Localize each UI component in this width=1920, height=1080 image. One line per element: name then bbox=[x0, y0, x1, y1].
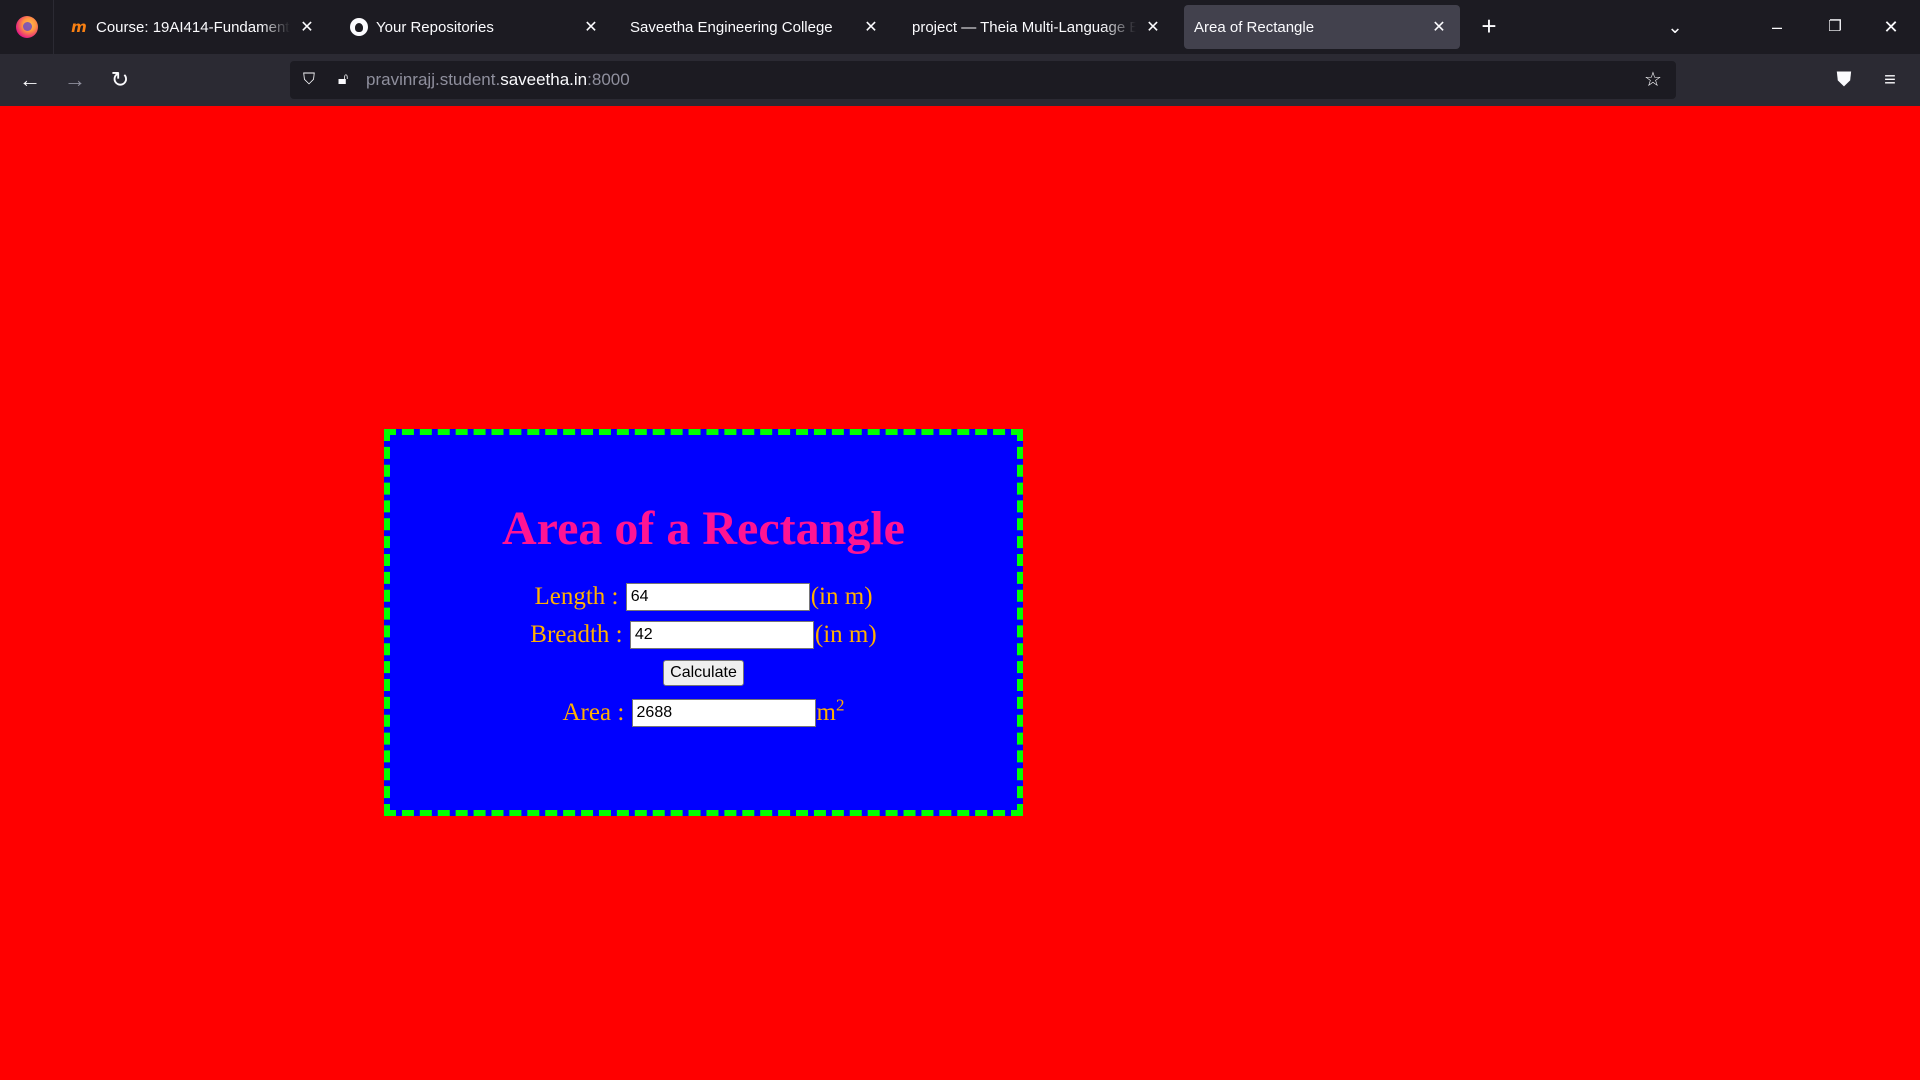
back-arrow-icon[interactable]: ← bbox=[14, 64, 46, 96]
calculate-button[interactable]: Calculate bbox=[663, 660, 744, 686]
address-bar[interactable]: ⛉ 🔓︎ pravinrajj.student.saveetha.in:8000… bbox=[290, 61, 1676, 99]
url-suffix: :8000 bbox=[587, 70, 630, 89]
firefox-view-button[interactable] bbox=[0, 0, 54, 54]
new-tab-icon[interactable]: + bbox=[1474, 12, 1504, 42]
url-text[interactable]: pravinrajj.student.saveetha.in:8000 bbox=[366, 70, 630, 90]
close-icon[interactable]: ✕ bbox=[296, 16, 318, 38]
page-title: Area of a Rectangle bbox=[502, 502, 905, 555]
length-unit: (in m) bbox=[810, 583, 873, 610]
navigation-toolbar: ← → ↻ ⛉ 🔓︎ pravinrajj.student.saveetha.i… bbox=[0, 54, 1920, 106]
window-close-icon[interactable]: ✕ bbox=[1874, 10, 1908, 44]
calculator-card: Area of a Rectangle Length : (in m) Brea… bbox=[384, 429, 1023, 816]
tab-title: Area of Rectangle bbox=[1194, 18, 1315, 36]
tab-strip: m Course: 19AI414-Fundamentals of... ✕ Y… bbox=[0, 0, 1920, 54]
breadth-unit: (in m) bbox=[814, 621, 877, 648]
tab-course[interactable]: m Course: 19AI414-Fundamentals of... ✕ bbox=[60, 5, 328, 49]
close-icon[interactable]: ✕ bbox=[1142, 16, 1164, 38]
calculate-row: Calculate bbox=[390, 660, 1017, 686]
hamburger-menu-icon[interactable]: ≡ bbox=[1874, 64, 1906, 96]
tab-title: Your Repositories bbox=[376, 18, 494, 36]
tab-area-of-rectangle[interactable]: Area of Rectangle ✕ bbox=[1184, 5, 1460, 49]
close-icon[interactable]: ✕ bbox=[1428, 16, 1450, 38]
url-prefix: pravinrajj.student. bbox=[366, 70, 501, 89]
breadth-row: Breadth : (in m) bbox=[390, 621, 1017, 649]
chevron-down-icon[interactable]: ⌄ bbox=[1660, 12, 1690, 42]
length-row: Length : (in m) bbox=[390, 583, 1017, 611]
minimize-icon[interactable]: – bbox=[1760, 10, 1794, 44]
firefox-icon bbox=[15, 16, 38, 38]
breadth-input[interactable] bbox=[629, 621, 814, 649]
area-unit-exponent: 2 bbox=[835, 695, 845, 715]
area-unit: m2 bbox=[816, 695, 845, 727]
length-label: Length : bbox=[534, 583, 619, 610]
reload-icon[interactable]: ↻ bbox=[104, 64, 136, 96]
url-domain: saveetha.in bbox=[500, 70, 588, 89]
breadth-label: Breadth : bbox=[530, 621, 623, 648]
page-viewport: Area of a Rectangle Length : (in m) Brea… bbox=[0, 106, 1920, 1080]
area-row: Area : m2 bbox=[390, 695, 1017, 727]
restore-icon[interactable]: ❐ bbox=[1818, 10, 1852, 44]
moodle-icon: m bbox=[71, 18, 87, 36]
close-icon[interactable]: ✕ bbox=[860, 16, 882, 38]
bookmark-star-icon[interactable]: ☆ bbox=[1640, 67, 1666, 93]
tab-saveetha[interactable]: Saveetha Engineering College ✕ bbox=[620, 5, 892, 49]
area-output[interactable] bbox=[631, 699, 816, 727]
shield-icon[interactable]: ⛉ bbox=[298, 69, 320, 91]
close-icon[interactable]: ✕ bbox=[580, 16, 602, 38]
tab-title: project — Theia Multi-Language Explorer bbox=[912, 18, 1136, 36]
length-input[interactable] bbox=[625, 583, 810, 611]
forward-arrow-icon[interactable]: → bbox=[59, 64, 91, 96]
area-unit-base: m bbox=[816, 699, 836, 726]
area-label: Area : bbox=[562, 699, 625, 726]
tab-title: Saveetha Engineering College bbox=[630, 18, 833, 36]
tab-repositories[interactable]: Your Repositories ✕ bbox=[340, 5, 612, 49]
tab-theia-project[interactable]: project — Theia Multi-Language Explorer … bbox=[902, 5, 1174, 49]
lock-icon[interactable]: 🔓︎ bbox=[332, 69, 354, 91]
pocket-icon[interactable]: ⛊ bbox=[1828, 64, 1860, 96]
tab-title: Course: 19AI414-Fundamentals of... bbox=[96, 18, 290, 36]
github-icon bbox=[350, 18, 368, 36]
